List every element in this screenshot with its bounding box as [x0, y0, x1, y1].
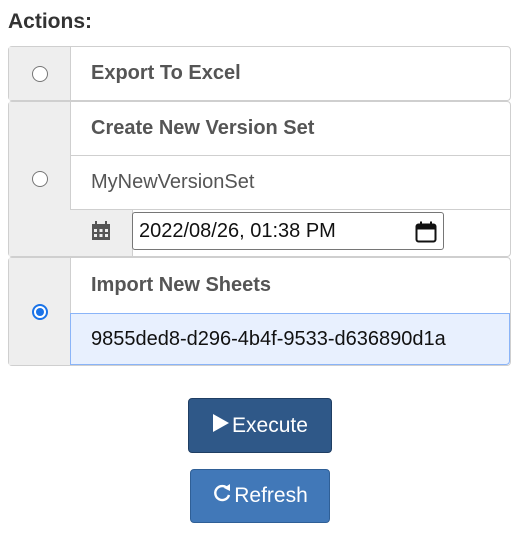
actions-title: Actions: — [8, 10, 92, 33]
import-radio-cell[interactable] — [9, 258, 71, 365]
execute-label: Execute — [232, 413, 308, 437]
refresh-label: Refresh — [234, 484, 308, 507]
version-set-label: Create New Version Set — [70, 102, 510, 156]
version-set-radio[interactable] — [31, 171, 48, 187]
play-icon — [212, 413, 232, 439]
action-export-group: Export To Excel — [8, 46, 511, 101]
date-picker-icon[interactable] — [415, 221, 437, 249]
import-label: Import New Sheets — [91, 274, 272, 296]
import-radio[interactable] — [31, 303, 48, 320]
refresh-button[interactable]: Refresh — [190, 469, 330, 523]
datetime-row: 2022/08/26, 01:38 PM — [9, 210, 510, 256]
export-radio-cell[interactable] — [9, 47, 71, 100]
datetime-input[interactable]: 2022/08/26, 01:38 PM — [132, 212, 444, 250]
calendar-icon — [91, 220, 111, 246]
refresh-icon — [212, 483, 234, 509]
calendar-addon — [70, 210, 133, 256]
action-version-set-group: Create New Version Set MyNewVersionSet 2… — [8, 101, 511, 257]
export-label: Export To Excel — [91, 62, 241, 84]
datetime-value: 2022/08/26, 01:38 PM — [139, 219, 336, 242]
execute-button[interactable]: Execute — [188, 398, 332, 453]
version-name-field[interactable]: MyNewVersionSet — [70, 156, 510, 210]
export-radio[interactable] — [31, 65, 48, 82]
sheet-id-input[interactable]: 9855ded8-d296-4b4f-9533-d636890d1a — [70, 313, 510, 365]
action-import-sheets-group: Import New Sheets 9855ded8-d296-4b4f-953… — [8, 257, 511, 366]
